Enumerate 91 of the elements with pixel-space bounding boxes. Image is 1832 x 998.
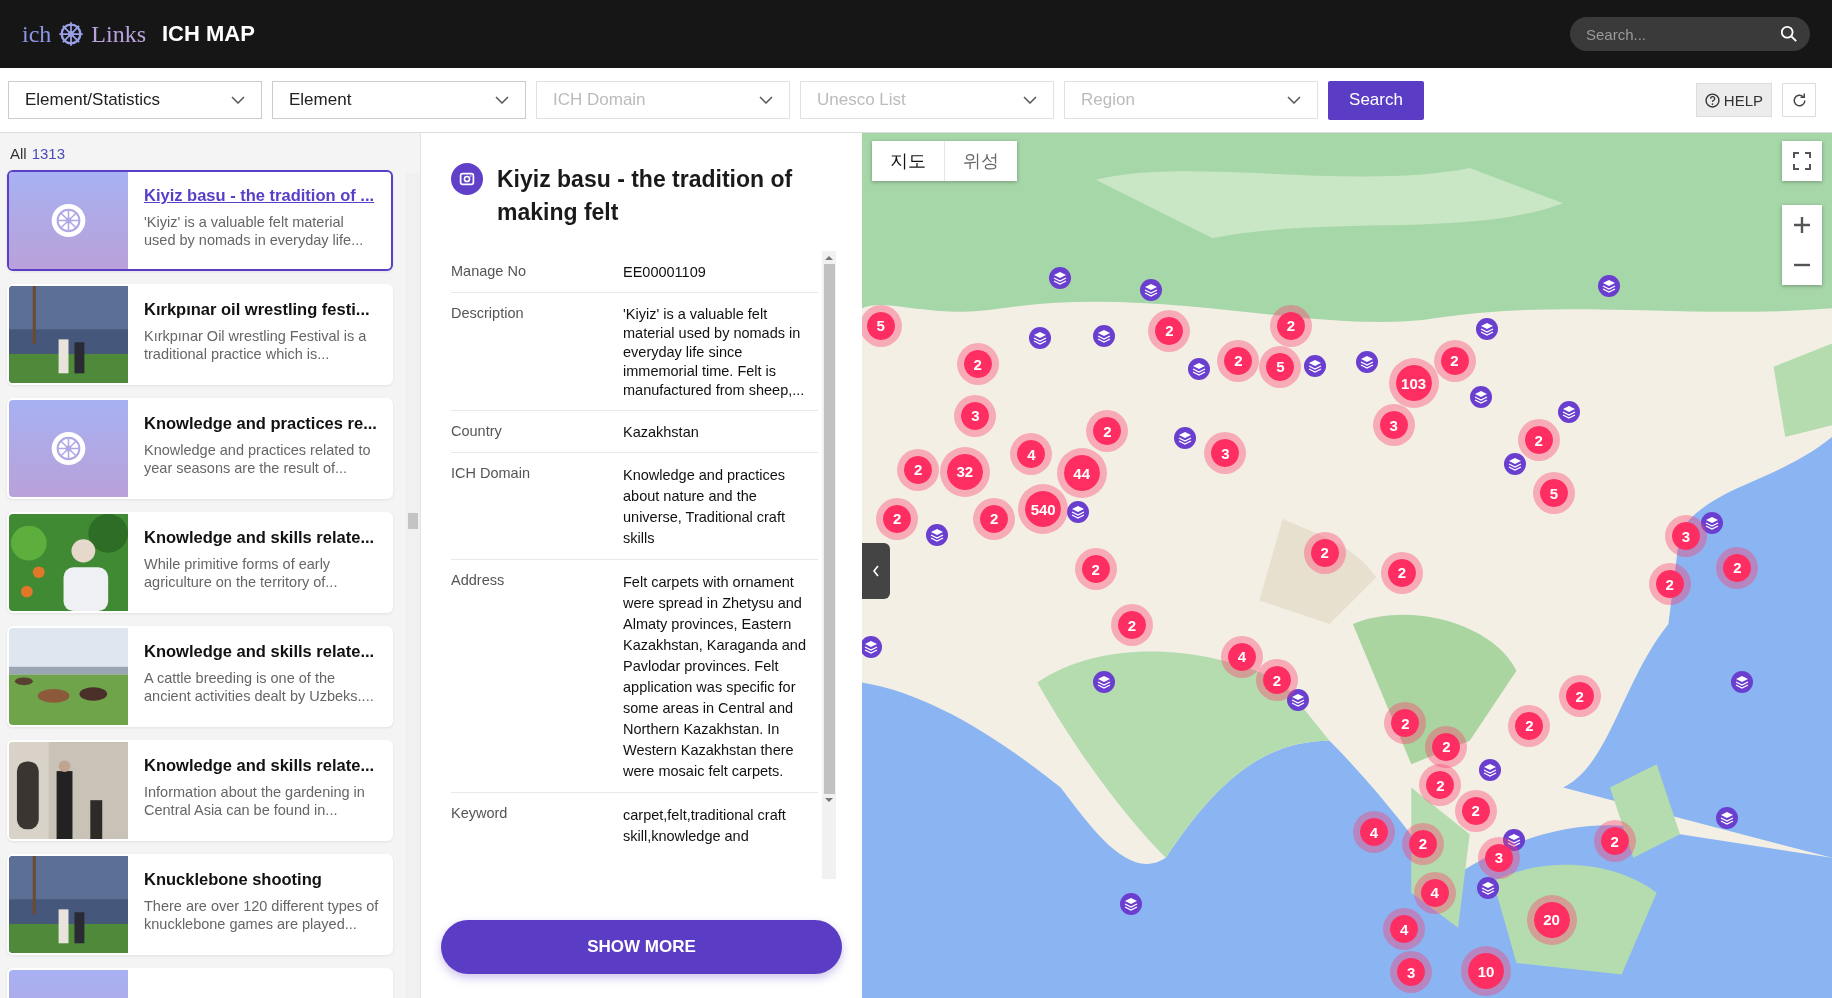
chevron-left-icon: [872, 565, 880, 577]
map-type-tab[interactable]: 지도: [872, 141, 944, 181]
field-value: Kazakhstan: [623, 423, 700, 442]
field-label: Manage No: [451, 263, 527, 281]
layers-marker-icon[interactable]: [1304, 354, 1327, 377]
layers-marker-icon[interactable]: [1173, 427, 1196, 450]
layers-marker-icon[interactable]: [1028, 326, 1051, 349]
fullscreen-button[interactable]: [1782, 141, 1822, 181]
layers-marker-icon[interactable]: [1470, 386, 1493, 409]
fullscreen-icon: [1793, 152, 1811, 170]
layers-marker-icon[interactable]: [1715, 807, 1738, 829]
all-label: All: [10, 145, 27, 162]
chevron-down-icon: [1287, 96, 1301, 104]
field-value: Knowledge and practices about nature and the universe, Traditional craft skills: [623, 466, 787, 548]
layers-marker-icon[interactable]: [1092, 671, 1115, 694]
map-type-tab[interactable]: 위성: [944, 141, 1017, 181]
card-title: Knowledge and skills relate...: [144, 642, 376, 661]
card-summary: A cattle breeding is one of the ancient activities dealt by Uzbeks....: [144, 669, 375, 705]
layers-marker-icon[interactable]: [1597, 275, 1620, 298]
search-icon: [1780, 25, 1798, 43]
card-title: Knowledge and practices re...: [144, 414, 378, 433]
show-more-button[interactable]: SHOW MORE: [441, 920, 842, 974]
layers-marker-icon[interactable]: [1731, 671, 1753, 694]
result-card[interactable]: Knowledge and practices re... Knowledge and practices related to year seasons are the result of...: [7, 398, 393, 499]
zoom-in-button[interactable]: [1782, 205, 1822, 245]
detail-title: Kiyiz basu - the tradition of making felt: [497, 165, 794, 227]
refresh-icon: [1790, 91, 1808, 109]
wheel-icon: [57, 20, 86, 48]
layers-marker-icon[interactable]: [1092, 325, 1115, 348]
filter-dropdown[interactable]: Element: [272, 81, 526, 119]
result-card[interactable]: Kiyiz basu - the tradition of ... 'Kiyiz' is a valuable felt material used by nomads in everyday life...: [7, 170, 393, 271]
search-field[interactable]: Search...: [1570, 17, 1810, 51]
layers-marker-icon[interactable]: [925, 524, 948, 547]
camera-icon: [451, 163, 483, 195]
card-title-link[interactable]: Kiyiz basu - the tradition of ...: [144, 186, 379, 205]
card-summary: Kırkpınar Oil wrestling Festival is a traditional practice which is...: [144, 327, 368, 363]
scroll-down-icon[interactable]: [825, 798, 833, 803]
field-label: Keyword: [451, 805, 509, 823]
field-label: Address: [451, 572, 506, 590]
app-title: ICH MAP: [162, 21, 255, 47]
help-button[interactable]: HELP: [1695, 83, 1772, 117]
field-value: Felt carpets with ornament were spread in Zhetysu and Almaty provinces, Eastern Kazakhstan, Karaganda and Pavlodar provinces. Felt application was specific for some areas in Central and Northern Kazakhstan. In Western Kazakhstan there were mosaic felt carpets.: [623, 573, 807, 781]
card-summary: 'Kiyiz' is a valuable felt material used by nomads in everyday life...: [144, 213, 365, 249]
question-icon: [1704, 92, 1720, 108]
refresh-button[interactable]: [1782, 83, 1816, 117]
chevron-down-icon: [1023, 96, 1037, 104]
chevron-down-icon: [759, 96, 773, 104]
card-title: Knowledge and skills relate...: [144, 756, 376, 775]
layers-marker-icon[interactable]: [1067, 500, 1090, 523]
card-title: Knowledge and skills relate...: [144, 528, 376, 547]
plus-icon: [1793, 216, 1811, 234]
scroll-up-icon[interactable]: [825, 255, 833, 260]
layers-marker-icon[interactable]: [1048, 266, 1071, 289]
layers-marker-icon[interactable]: [1139, 278, 1162, 301]
layers-marker-icon[interactable]: [1119, 893, 1142, 916]
scrollbar[interactable]: [822, 251, 836, 879]
layers-marker-icon[interactable]: [862, 636, 883, 659]
result-count: 1313: [31, 145, 66, 162]
logo-text: Links: [91, 20, 146, 48]
field-label: ICH Domain: [451, 465, 531, 483]
layers-marker-icon[interactable]: [1504, 452, 1527, 475]
card-summary: There are over 120 different types of knucklebone games are played...: [144, 897, 379, 933]
card-summary: Knowledge and practices related to year seasons are the result of...: [144, 441, 372, 477]
field-value: EE00001109: [623, 263, 707, 282]
field-label: Description: [451, 305, 525, 323]
chevron-down-icon: [231, 96, 245, 104]
result-card[interactable]: Knucklebone shooting There are over 120 different types of knucklebone games are played...: [7, 854, 393, 955]
field-value: carpet,felt,traditional craft skill,knowledge and: [623, 806, 787, 846]
search-button[interactable]: Search: [1328, 80, 1424, 120]
layers-marker-icon[interactable]: [1476, 318, 1499, 341]
card-summary: Information about the gardening in Central Asia can be found in...: [144, 783, 366, 819]
layers-marker-icon[interactable]: [1477, 877, 1500, 900]
result-card[interactable]: Knowledge and skills relate... A cattle breeding is one of the ancient activities dealt by Uzbeks....: [7, 626, 393, 727]
layers-marker-icon[interactable]: [1558, 401, 1581, 424]
filter-dropdown[interactable]: Element/Statistics: [8, 81, 262, 119]
layers-marker-icon[interactable]: [1187, 358, 1210, 381]
field-value: 'Kiyiz' is a valuable felt material used by nomads in everyday life since immemorial time. Felt is manufactured from sheep,...: [623, 305, 806, 400]
chevron-down-icon: [495, 96, 509, 104]
minus-icon: [1793, 263, 1811, 267]
layers-marker-icon[interactable]: [1478, 759, 1501, 782]
result-card[interactable]: Knowledge and skills relate... While primitive forms of early agriculture on the territory of...: [7, 512, 393, 613]
scrollbar[interactable]: [406, 173, 420, 998]
card-summary: While primitive forms of early agriculture on the territory of...: [144, 555, 339, 591]
card-title: Kırkpınar oil wrestling festi...: [144, 300, 371, 319]
logo-text: ich: [22, 20, 52, 48]
collapse-panel-button[interactable]: [862, 543, 890, 599]
layers-marker-icon[interactable]: [1355, 351, 1378, 374]
result-card[interactable]: Kırkpınar oil wrestling festi... Kırkpınar Oil wrestling Festival is a traditional practice which is...: [7, 284, 393, 385]
result-card[interactable]: Knowledge and skills relate... Information about the gardening in Central Asia can be found in...: [7, 740, 393, 841]
field-label: Country: [451, 423, 503, 441]
card-title: Knucklebone shooting: [144, 870, 323, 889]
